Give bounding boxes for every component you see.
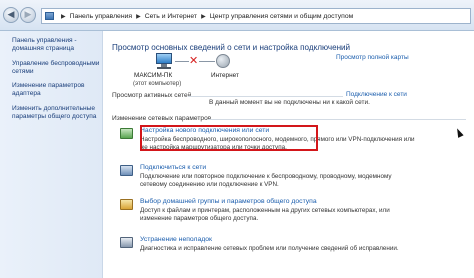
- breadcrumb-network-internet[interactable]: Сеть и Интернет: [145, 13, 197, 20]
- computer-name: МАКСИМ-ПК: [134, 72, 173, 79]
- globe-icon: [216, 54, 230, 68]
- full-map-link[interactable]: Просмотр полной карты: [336, 54, 409, 61]
- task-title[interactable]: Устранение неполадок: [140, 236, 212, 243]
- disconnected-x-icon: ✕: [189, 54, 199, 67]
- internet-label: Интернет: [211, 72, 239, 79]
- task-homegroup[interactable]: Выбор домашней группы и параметров общег…: [120, 198, 420, 224]
- sidebar-item-control-panel-home[interactable]: Панель управления - домашняя страница: [12, 37, 102, 54]
- divider: [188, 96, 343, 97]
- highlight-box: [140, 125, 318, 151]
- task-description: Доступ к файлам и принтерам, расположенн…: [140, 207, 390, 222]
- active-networks-label: Просмотр активных сетей: [112, 92, 192, 99]
- control-panel-icon: [45, 12, 54, 20]
- connection-line: [175, 61, 189, 62]
- chevron-right-icon: ▶: [136, 12, 141, 20]
- task-description: Диагностика и исправление сетевых пробле…: [140, 245, 399, 252]
- no-connection-status: В данный момент вы не подключены ни к ка…: [209, 99, 370, 106]
- back-button[interactable]: ◀: [3, 7, 19, 23]
- connect-network-icon: [120, 165, 133, 176]
- divider: [208, 119, 466, 120]
- connect-to-network-link[interactable]: Подключение к сети: [346, 91, 407, 98]
- sidebar-item-sharing-settings[interactable]: Изменить дополнительные параметры общего…: [12, 105, 102, 122]
- homegroup-icon: [120, 199, 133, 210]
- breadcrumb[interactable]: ▶ Панель управления ▶ Сеть и Интернет ▶ …: [41, 8, 471, 24]
- task-troubleshoot[interactable]: Устранение неполадок Диагностика и испра…: [120, 236, 420, 258]
- forward-button[interactable]: ▶: [20, 7, 36, 23]
- task-description: Подключение или повторное подключение к …: [140, 173, 392, 188]
- task-connect-network[interactable]: Подключиться к сети Подключение или повт…: [120, 164, 420, 190]
- network-map: ✕ МАКСИМ-ПК (этот компьютер) Интернет: [122, 53, 262, 93]
- sidebar: Панель управления - домашняя страница Уп…: [0, 31, 103, 278]
- page-title: Просмотр основных сведений о сети и наст…: [112, 43, 351, 52]
- change-settings-label: Изменение сетевых параметров: [112, 115, 212, 122]
- chevron-right-icon: ▶: [61, 12, 66, 20]
- computer-icon: [154, 53, 174, 69]
- troubleshoot-icon: [120, 237, 133, 248]
- task-title[interactable]: Выбор домашней группы и параметров общег…: [140, 198, 317, 205]
- address-bar: ◀ ▶ ▶ Панель управления ▶ Сеть и Интерне…: [0, 0, 474, 31]
- breadcrumb-network-center[interactable]: Центр управления сетями и общим доступом: [210, 13, 354, 20]
- network-setup-icon: [120, 128, 133, 139]
- connection-line: [199, 61, 215, 62]
- breadcrumb-control-panel[interactable]: Панель управления: [70, 13, 132, 20]
- sidebar-item-wireless-networks[interactable]: Управление беспроводными сетями: [12, 60, 102, 77]
- main-content: Просмотр основных сведений о сети и наст…: [104, 31, 474, 278]
- computer-subtitle: (этот компьютер): [133, 80, 182, 87]
- sidebar-item-adapter-settings[interactable]: Изменение параметров адаптера: [12, 82, 102, 99]
- task-title[interactable]: Подключиться к сети: [140, 164, 206, 171]
- chevron-right-icon: ▶: [201, 12, 206, 20]
